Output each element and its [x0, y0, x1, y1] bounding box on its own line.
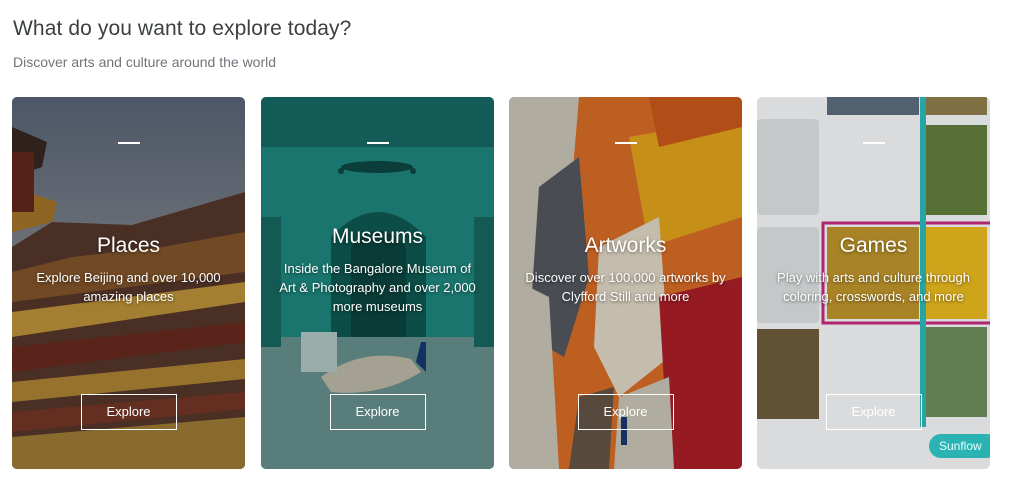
divider-dash [117, 142, 140, 144]
card-museums[interactable]: Museums Inside the Bangalore Museum of A… [261, 97, 494, 469]
sunflower-chip: Sunflow [929, 434, 999, 458]
explore-places-button[interactable]: Explore [80, 394, 177, 430]
card-places[interactable]: Places Explore Beijing and over 10,000 a… [12, 97, 245, 469]
explore-museums-button[interactable]: Explore [329, 394, 426, 430]
divider-dash [614, 142, 637, 144]
card-title: Games [839, 234, 908, 257]
card-artworks[interactable]: Artworks Discover over 100,000 artworks … [509, 97, 742, 469]
card-title: Places [96, 234, 161, 257]
card-description: Play with arts and culture through color… [777, 270, 970, 304]
card-description: Inside the Bangalore Museum of Art & Pho… [279, 261, 476, 314]
card-games[interactable]: Games Play with arts and culture through… [757, 97, 990, 469]
page-heading: What do you want to explore today? [13, 17, 352, 40]
page-subheading: Discover arts and culture around the wor… [13, 54, 277, 70]
divider-dash [862, 142, 885, 144]
explore-games-button[interactable]: Explore [825, 394, 922, 430]
explore-artworks-button[interactable]: Explore [577, 394, 674, 430]
card-title: Artworks [584, 234, 667, 257]
card-description: Discover over 100,000 artworks by Clyffo… [525, 270, 726, 304]
divider-dash [366, 142, 389, 144]
card-description: Explore Beijing and over 10,000 amazing … [36, 270, 221, 304]
card-title: Museums [331, 225, 424, 248]
